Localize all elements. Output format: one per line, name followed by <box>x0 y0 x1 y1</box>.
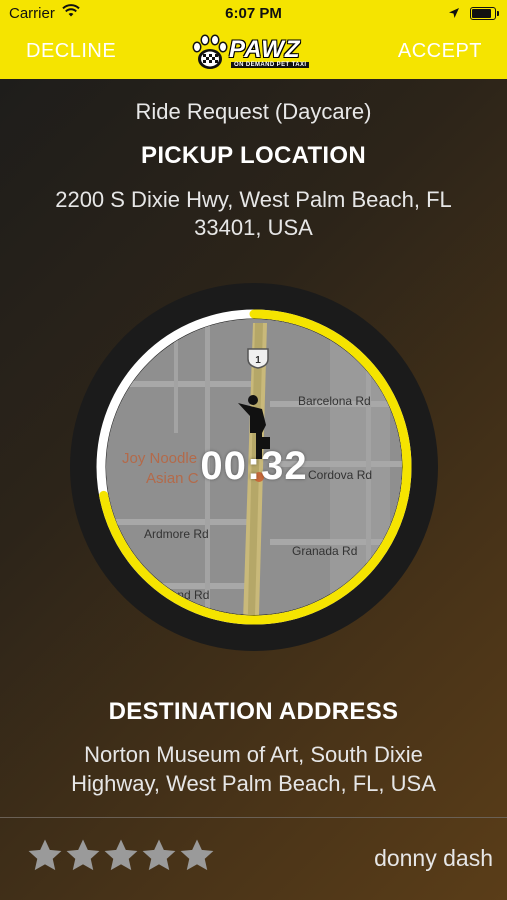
map-label-granada: Granada Rd <box>292 544 357 558</box>
driver-name: donny dash <box>374 845 493 871</box>
divider <box>0 817 507 818</box>
pawz-logo: PAWZ ON DEMAND PET TAXI <box>191 33 327 73</box>
location-arrow-icon <box>448 6 460 23</box>
route-shield-number: 1 <box>255 355 261 366</box>
map-label-ardmore: Ardmore Rd <box>144 527 209 541</box>
destination-address: Norton Museum of Art, South Dixie Highwa… <box>71 742 436 796</box>
status-bar: Carrier 6:07 PM <box>0 0 507 28</box>
clock: 6:07 PM <box>225 5 282 22</box>
nav-bar: DECLINE PAWZ ON DEMAND PET TAXI ACCEPT <box>0 28 507 79</box>
ride-type-label: Ride Request (Daycare) <box>135 99 372 124</box>
star-icon <box>142 839 176 871</box>
star-icon <box>180 839 214 871</box>
star-icon <box>66 839 100 871</box>
route-shield-icon: 1 <box>247 348 269 369</box>
driver-rating <box>28 839 218 879</box>
accept-button[interactable]: ACCEPT <box>398 40 482 63</box>
star-icon <box>28 839 62 871</box>
decline-button[interactable]: DECLINE <box>26 40 116 63</box>
battery-icon <box>470 7 499 20</box>
logo-wordmark: PAWZ <box>229 36 301 63</box>
ride-request-panel: Ride Request (Daycare) PICKUP LOCATION 2… <box>0 79 507 900</box>
map-label-barcelona: Barcelona Rd <box>298 394 371 408</box>
countdown-timer: 00:32 <box>200 444 308 488</box>
star-icon <box>104 839 138 871</box>
pickup-heading: PICKUP LOCATION <box>141 142 366 169</box>
destination-heading: DESTINATION ADDRESS <box>108 698 399 725</box>
pickup-address: 2200 S Dixie Hwy, West Palm Beach, FL 33… <box>55 187 452 240</box>
paw-icon <box>192 34 228 69</box>
logo-tagline: ON DEMAND PET TAXI <box>231 62 310 68</box>
map-timer-widget: 1 Barcelona Rd Cordova Rd Ardmore Rd Gra… <box>70 283 438 651</box>
